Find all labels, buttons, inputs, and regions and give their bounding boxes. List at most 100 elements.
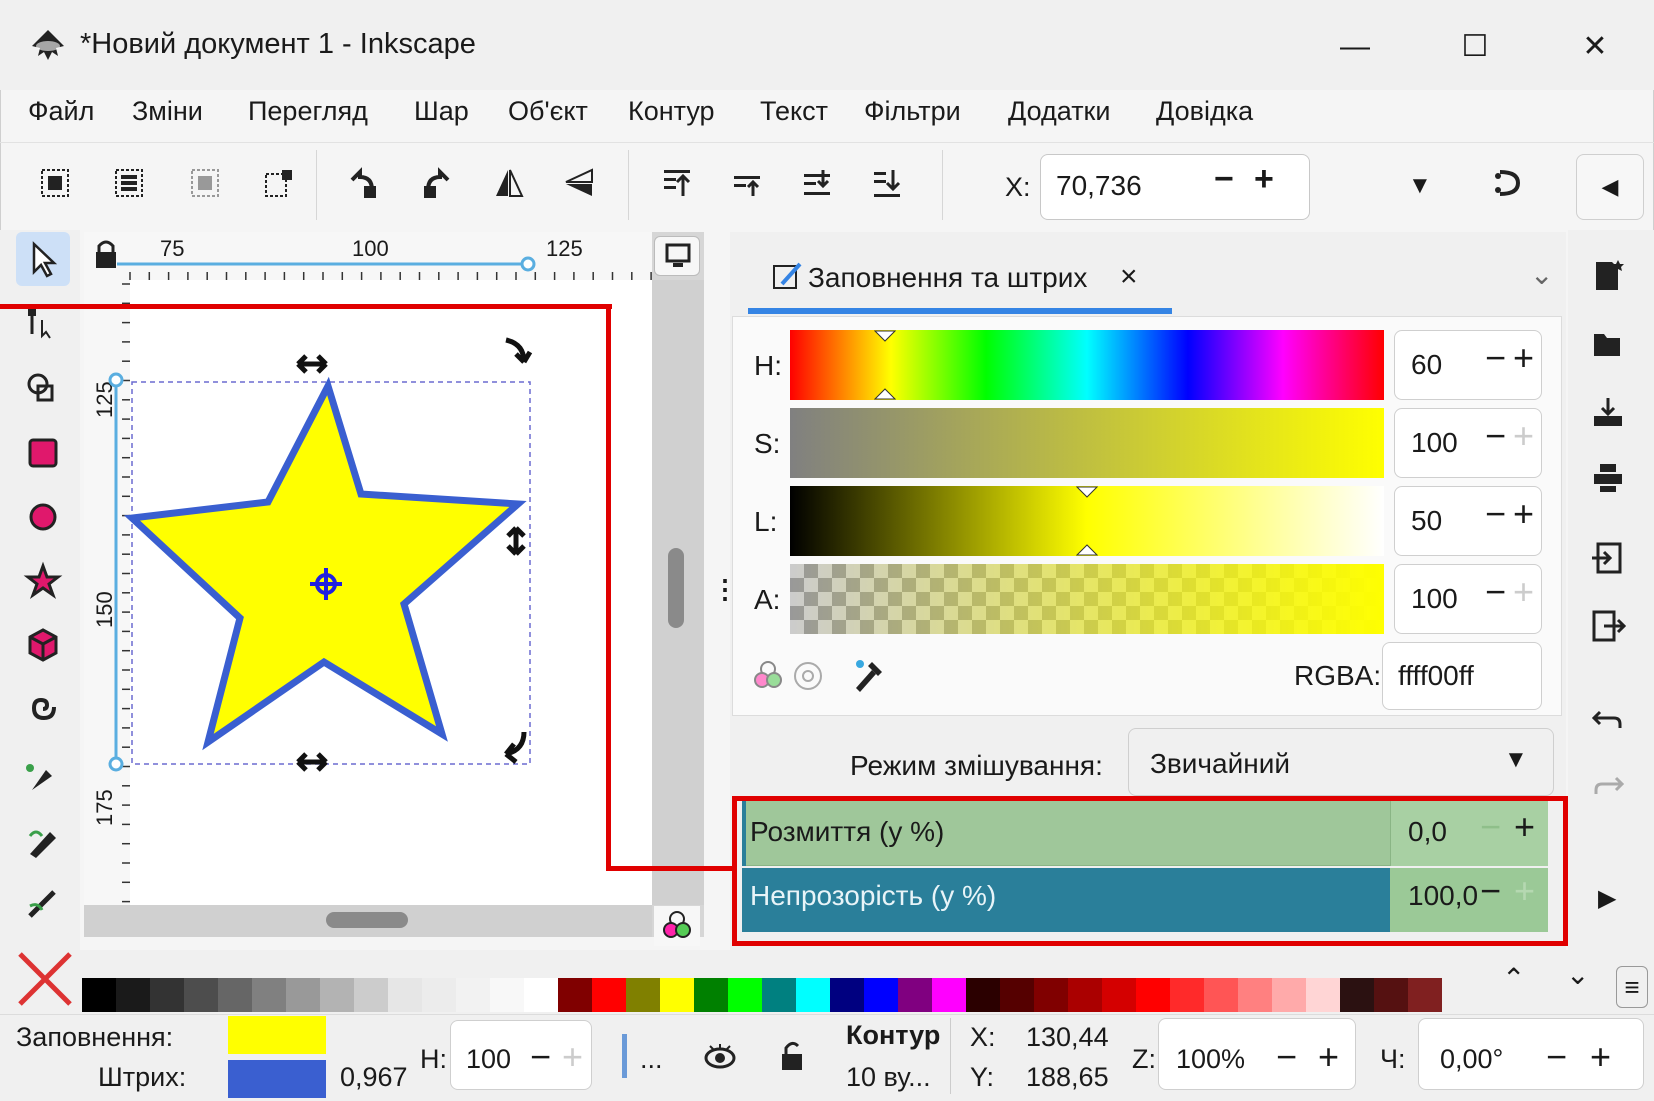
- palette-swatch[interactable]: [1272, 978, 1306, 1012]
- menu-file[interactable]: Файл: [28, 96, 94, 127]
- palette-swatch[interactable]: [1306, 978, 1340, 1012]
- palette-swatch[interactable]: [150, 978, 184, 1012]
- rectangle-tool-button[interactable]: [16, 426, 70, 480]
- palette-swatch[interactable]: [728, 978, 762, 1012]
- import-icon[interactable]: [1590, 540, 1626, 576]
- select-all-layers-icon[interactable]: [112, 166, 146, 200]
- palette-menu-button[interactable]: ≡: [1616, 966, 1648, 1008]
- ellipse-tool-button[interactable]: [16, 490, 70, 544]
- raise-to-top-icon[interactable]: [660, 166, 694, 200]
- spiral-tool-button[interactable]: [16, 682, 70, 736]
- alpha-decrement[interactable]: −: [1485, 571, 1506, 613]
- saturation-value[interactable]: 100: [1411, 427, 1458, 459]
- layer-dropdown[interactable]: ...: [640, 1044, 663, 1075]
- palette-swatch[interactable]: [966, 978, 1000, 1012]
- menu-edit[interactable]: Зміни: [132, 96, 203, 127]
- maximize-button[interactable]: ☐: [1450, 22, 1500, 72]
- rotation-decrement[interactable]: −: [1546, 1036, 1567, 1078]
- alpha-value[interactable]: 100: [1411, 583, 1458, 615]
- x-increment-button[interactable]: +: [1254, 160, 1274, 199]
- deselect-icon[interactable]: [188, 166, 222, 200]
- palette-swatch[interactable]: [694, 978, 728, 1012]
- hue-decrement[interactable]: −: [1485, 337, 1506, 379]
- palette-swatch[interactable]: [82, 978, 116, 1012]
- menu-layer[interactable]: Шар: [414, 96, 469, 127]
- new-document-icon[interactable]: [1590, 258, 1626, 294]
- visibility-eye-icon[interactable]: [700, 1040, 740, 1074]
- palette-swatch[interactable]: [592, 978, 626, 1012]
- display-mode-button[interactable]: [654, 236, 700, 276]
- alpha-spinbox[interactable]: 100 − +: [1394, 564, 1542, 634]
- star-tool-button[interactable]: [16, 554, 70, 608]
- close-tab-button[interactable]: ×: [1120, 260, 1138, 294]
- saturation-decrement[interactable]: −: [1485, 415, 1506, 457]
- palette-swatch[interactable]: [286, 978, 320, 1012]
- lightness-decrement[interactable]: −: [1485, 493, 1506, 535]
- saturation-spinbox[interactable]: 100 − +: [1394, 408, 1542, 478]
- menu-object[interactable]: Об'єкт: [508, 96, 588, 127]
- fill-color-swatch[interactable]: [228, 1016, 326, 1054]
- palette-swatch[interactable]: [864, 978, 898, 1012]
- lightness-spinbox[interactable]: 50 − +: [1394, 486, 1542, 556]
- blend-dropdown-arrow-icon[interactable]: ▼: [1504, 746, 1528, 774]
- shape-builder-tool-button[interactable]: [16, 362, 70, 416]
- pencil-tool-button[interactable]: [16, 814, 70, 868]
- palette-swatch[interactable]: [116, 978, 150, 1012]
- x-decrement-button[interactable]: −: [1214, 160, 1234, 199]
- color-managed-icon[interactable]: [748, 656, 788, 696]
- palette-swatch[interactable]: [1034, 978, 1068, 1012]
- unlock-icon[interactable]: [776, 1036, 812, 1076]
- saturation-slider[interactable]: [790, 408, 1384, 478]
- horizontal-scroll-thumb[interactable]: [326, 912, 408, 928]
- zoom-decrement[interactable]: −: [1276, 1036, 1297, 1078]
- menu-view[interactable]: Перегляд: [248, 96, 368, 127]
- save-icon[interactable]: [1590, 394, 1626, 430]
- snap-toggle-icon[interactable]: [1490, 166, 1524, 200]
- palette-swatch[interactable]: [456, 978, 490, 1012]
- canvas-drawing[interactable]: [84, 232, 704, 937]
- menu-path[interactable]: Контур: [628, 96, 715, 127]
- palette-swatch[interactable]: [796, 978, 830, 1012]
- out-of-gamut-icon[interactable]: [788, 656, 828, 696]
- status-opacity-increment[interactable]: +: [562, 1036, 583, 1078]
- palette-swatch[interactable]: [422, 978, 456, 1012]
- palette-swatch[interactable]: [320, 978, 354, 1012]
- hue-slider-marker[interactable]: [874, 330, 896, 400]
- palette-swatch[interactable]: [1204, 978, 1238, 1012]
- stroke-width-value[interactable]: 0,967: [340, 1062, 408, 1093]
- hue-value[interactable]: 60: [1411, 349, 1442, 381]
- select-all-icon[interactable]: [38, 166, 72, 200]
- palette-swatch[interactable]: [1170, 978, 1204, 1012]
- 3d-box-tool-button[interactable]: [16, 618, 70, 672]
- palette-swatch[interactable]: [1000, 978, 1034, 1012]
- hue-increment[interactable]: +: [1513, 337, 1534, 379]
- hue-spinbox[interactable]: 60 − +: [1394, 330, 1542, 400]
- saturation-increment[interactable]: +: [1513, 415, 1534, 457]
- stroke-color-swatch[interactable]: [228, 1060, 326, 1098]
- lightness-increment[interactable]: +: [1513, 493, 1534, 535]
- blend-mode-value[interactable]: Звичайний: [1150, 748, 1290, 780]
- color-management-button[interactable]: [654, 906, 700, 946]
- palette-swatch[interactable]: [830, 978, 864, 1012]
- palette-swatch[interactable]: [626, 978, 660, 1012]
- eyedropper-icon[interactable]: [846, 652, 890, 696]
- lower-icon[interactable]: [800, 166, 834, 200]
- rotate-cw-icon[interactable]: [420, 166, 454, 200]
- palette-swatch[interactable]: [1136, 978, 1170, 1012]
- palette-swatch[interactable]: [354, 978, 388, 1012]
- palette-scroll-down-icon[interactable]: ⌄: [1566, 958, 1589, 991]
- print-icon[interactable]: [1590, 460, 1626, 496]
- palette-swatch[interactable]: [1340, 978, 1374, 1012]
- alpha-increment[interactable]: +: [1513, 571, 1534, 613]
- toolbar-dropdown-arrow-icon[interactable]: ▼: [1408, 172, 1432, 200]
- minimize-button[interactable]: —: [1330, 22, 1380, 72]
- palette-swatch[interactable]: [1374, 978, 1408, 1012]
- palette-swatch[interactable]: [898, 978, 932, 1012]
- alpha-slider[interactable]: [790, 564, 1384, 634]
- palette-swatch[interactable]: [490, 978, 524, 1012]
- redo-icon[interactable]: [1590, 766, 1626, 802]
- menu-extensions[interactable]: Додатки: [1008, 96, 1110, 127]
- transform-handles-icon[interactable]: [262, 166, 296, 200]
- palette-swatch[interactable]: [1068, 978, 1102, 1012]
- flip-horizontal-icon[interactable]: [492, 166, 526, 200]
